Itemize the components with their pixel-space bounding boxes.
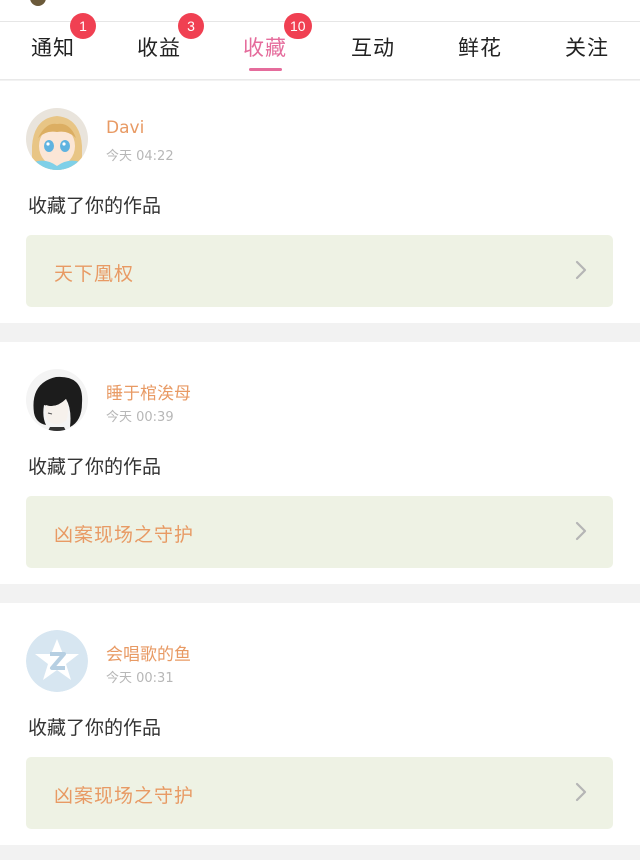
activity-text: 收藏了你的作品 bbox=[28, 717, 162, 739]
chevron-right-icon bbox=[575, 521, 587, 541]
work-title: 天下凰权 bbox=[54, 263, 135, 285]
activity-text: 收藏了你的作品 bbox=[28, 456, 162, 478]
work-link[interactable]: 凶案现场之守护 bbox=[26, 496, 613, 568]
timestamp: 今天 00:31 bbox=[106, 671, 174, 686]
unread-badge: 1 bbox=[70, 13, 96, 39]
default-star-avatar-icon[interactable] bbox=[26, 630, 88, 692]
unread-badge: 3 bbox=[178, 13, 204, 39]
feed-card: 会唱歌的鱼 今天 00:31 收藏了你的作品 凶案现场之守护 bbox=[0, 603, 640, 845]
status-bar-strip bbox=[0, 0, 640, 22]
chevron-right-icon bbox=[575, 782, 587, 802]
tab-notifications[interactable]: 通知 1 bbox=[0, 13, 106, 80]
unread-badge: 10 bbox=[284, 13, 312, 39]
username[interactable]: 睡于棺涘母 bbox=[106, 379, 191, 404]
tab-follows[interactable]: 关注 bbox=[534, 22, 640, 80]
tab-label: 关注 bbox=[565, 36, 609, 60]
anime-girl-avatar-icon[interactable] bbox=[26, 108, 88, 170]
username[interactable]: Davi bbox=[106, 118, 144, 138]
black-hair-avatar-icon[interactable] bbox=[26, 369, 88, 431]
tab-flowers[interactable]: 鲜花 bbox=[427, 22, 533, 80]
timestamp: 今天 00:39 bbox=[106, 410, 174, 425]
tab-favorites[interactable]: 收藏 10 bbox=[212, 13, 318, 80]
tab-label: 鲜花 bbox=[458, 36, 502, 60]
feed-card: 睡于棺涘母 今天 00:39 收藏了你的作品 凶案现场之守护 bbox=[0, 342, 640, 584]
activity-text: 收藏了你的作品 bbox=[28, 195, 162, 217]
timestamp: 今天 04:22 bbox=[106, 149, 174, 164]
app-logo-fragment bbox=[30, 0, 46, 6]
work-link[interactable]: 天下凰权 bbox=[26, 235, 613, 307]
tab-bar: 通知 1 收益 3 收藏 10 互动 鲜花 关注 bbox=[0, 13, 640, 80]
work-link[interactable]: 凶案现场之守护 bbox=[26, 757, 613, 829]
username[interactable]: 会唱歌的鱼 bbox=[106, 640, 191, 665]
tab-earnings[interactable]: 收益 3 bbox=[106, 13, 212, 80]
tab-label: 互动 bbox=[351, 36, 395, 60]
feed-card: Davi 今天 04:22 收藏了你的作品 天下凰权 bbox=[0, 81, 640, 323]
work-title: 凶案现场之守护 bbox=[54, 785, 195, 807]
chevron-right-icon bbox=[575, 260, 587, 280]
active-tab-indicator bbox=[249, 68, 282, 71]
work-title: 凶案现场之守护 bbox=[54, 524, 195, 546]
tab-interactions[interactable]: 互动 bbox=[320, 22, 426, 80]
